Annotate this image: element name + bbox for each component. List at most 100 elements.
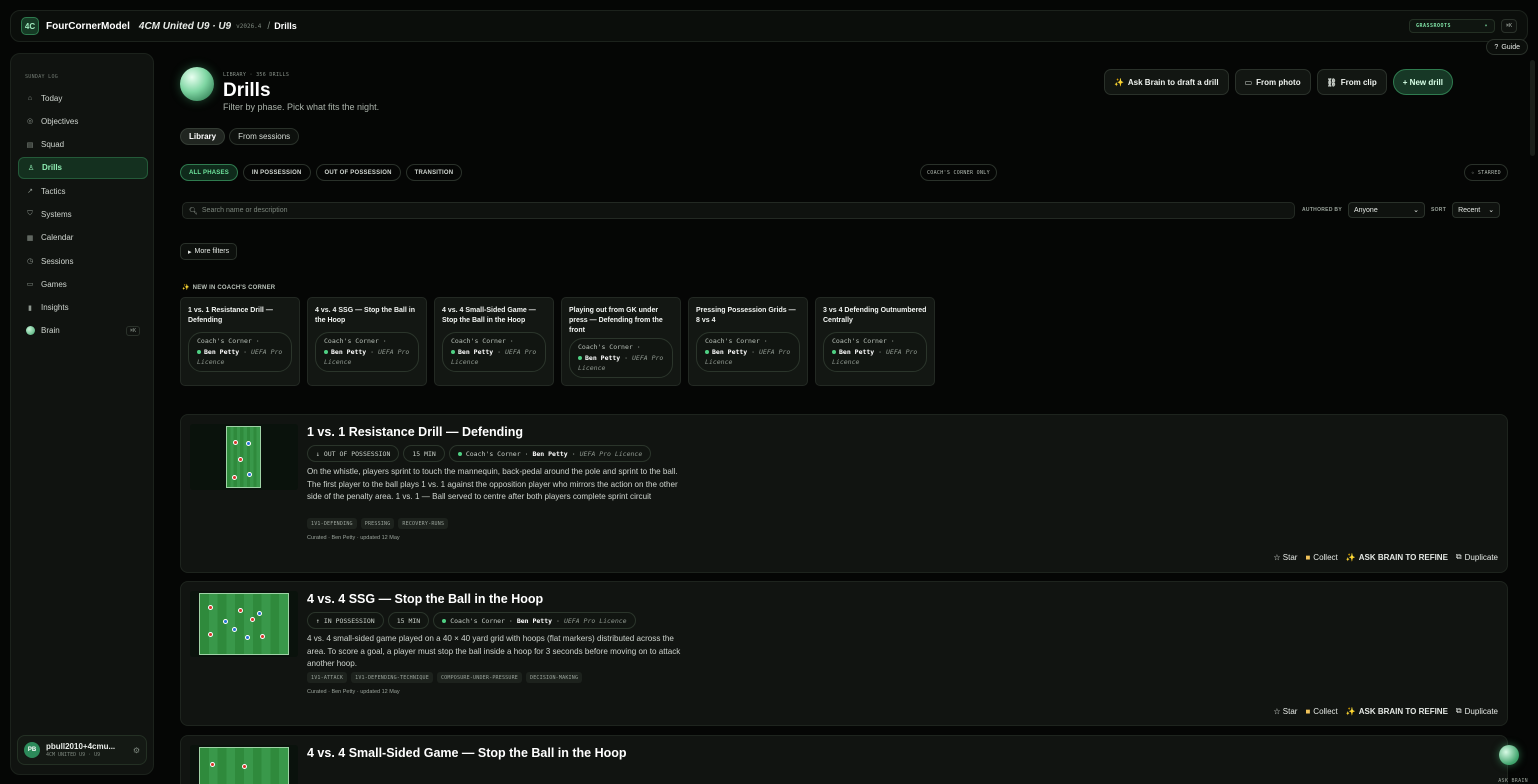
tab-library[interactable]: Library (180, 128, 226, 145)
search-input[interactable]: 🔍︎ Search name or description (182, 202, 1295, 219)
photo-icon: ▭ (1244, 77, 1253, 87)
main-content: LIBRARY · 356 DRILLS Drills Filter by ph… (165, 53, 1523, 784)
sidebar-item-systems[interactable]: ⛉ Systems (18, 203, 148, 225)
sidebar-item-drills[interactable]: ♙ Drills (18, 156, 148, 179)
sidebar-item-tactics[interactable]: ↗ Tactics (18, 180, 148, 202)
coach-corner-card[interactable]: 4 vs. 4 Small-Sided Game — Stop the Ball… (434, 297, 554, 386)
badge-separator: · (571, 449, 576, 458)
tag[interactable]: PRESSING (360, 518, 395, 529)
sidebar-item-label: Systems (41, 209, 72, 219)
tag[interactable]: COMPOSURE-UNDER-PRESSURE (436, 672, 522, 683)
coach-corner-card[interactable]: Playing out from GK under press — Defend… (561, 297, 681, 386)
chevron-down-icon: ▾ (1484, 23, 1488, 29)
status-dot-icon (578, 355, 582, 360)
drill-title[interactable]: 1 vs. 1 Resistance Drill — Defending (307, 425, 523, 439)
new-drill-button[interactable]: + New drill (1392, 69, 1453, 95)
badge-licence: UEFA Pro Licence (563, 616, 627, 625)
screen-icon: ▭ (26, 281, 34, 289)
duplicate-button[interactable]: ⧉ Duplicate (1456, 552, 1498, 562)
authored-by-select[interactable]: Anyone ⌄ (1347, 202, 1425, 218)
coach-corner-badge: Coach's Corner · Ben Petty · UEFA Pro Lic… (569, 338, 673, 378)
tab-all-phases[interactable]: ALL PHASES (180, 164, 238, 181)
ask-brain-refine-button[interactable]: ✨ ASK BRAIN TO REFINE (1346, 553, 1448, 562)
drill-thumbnail[interactable] (190, 591, 298, 657)
from-photo-label: From photo (1256, 77, 1301, 87)
from-photo-button[interactable]: ▭ From photo (1234, 69, 1311, 95)
drill-thumbnail[interactable] (190, 745, 298, 784)
coach-corner-only-toggle[interactable]: COACH'S CORNER ONLY (920, 164, 997, 181)
badge-prefix: Coach's Corner · (705, 337, 768, 345)
coach-corner-cards: 1 vs. 1 Resistance Drill — Defending Coa… (180, 297, 935, 386)
sort-label: SORT (1430, 207, 1447, 213)
coach-corner-card[interactable]: 4 vs. 4 SSG — Stop the Ball in the Hoop … (307, 297, 427, 386)
sidebar-item-objectives[interactable]: ◎ Objectives (18, 110, 148, 132)
team-name[interactable]: 4CM United U9 · U9 (139, 21, 231, 32)
sidebar-item-brain[interactable]: Brain ⌘K (18, 320, 148, 342)
sidebar-item-insights[interactable]: ▮ Insights (18, 297, 148, 319)
sidebar-item-today[interactable]: ⌂ Today (18, 87, 148, 109)
tag[interactable]: DECISION-MAKING (526, 672, 583, 683)
refine-label: ASK BRAIN TO REFINE (1358, 706, 1448, 716)
gear-icon[interactable]: ⚙ (133, 746, 140, 755)
clock-icon: ◷ (26, 258, 34, 266)
sparkle-icon: ✨ (1113, 77, 1124, 87)
drill-title[interactable]: 4 vs. 4 SSG — Stop the Ball in the Hoop (307, 592, 543, 606)
sidebar-item-squad[interactable]: ▤ Squad (18, 134, 148, 156)
scrollbar[interactable] (1530, 60, 1535, 156)
from-clip-button[interactable]: ⛓ From clip (1316, 69, 1387, 95)
sidebar-item-calendar[interactable]: ▦ Calendar (18, 227, 148, 249)
tab-transition[interactable]: TRANSITION (405, 164, 463, 181)
sort-select[interactable]: Recent ⌄ (1452, 202, 1501, 218)
coach-corner-card[interactable]: 3 vs 4 Defending Outnumbered Centrally C… (815, 297, 935, 386)
breadcrumb-current: Drills (274, 21, 297, 31)
star-button[interactable]: ☆ Star (1273, 707, 1297, 716)
star-button[interactable]: ☆ Star (1273, 553, 1297, 562)
badge-author: Ben Petty (331, 347, 367, 356)
brand-name[interactable]: FourCornerModel (46, 21, 130, 32)
starred-toggle[interactable]: ☆ STARRED (1464, 164, 1508, 181)
search-placeholder: Search name or description (201, 207, 288, 214)
collect-button[interactable]: ■ Collect (1305, 553, 1337, 562)
more-filters-button[interactable]: ▸ More filters (180, 243, 238, 260)
tag[interactable]: 1V1-DEFENDING-TECHNIQUE (351, 672, 433, 683)
tag[interactable]: RECOVERY-RUNS (398, 518, 449, 529)
drill-card[interactable]: 4 vs. 4 SSG — Stop the Ball in the Hoop … (180, 581, 1508, 726)
badge-prefix: Coach's Corner · (451, 337, 514, 345)
user-card[interactable]: PB pbull2010+4cmu... 4CM UNITED U9 · U9 … (17, 735, 147, 765)
level-select[interactable]: GRASSROOTS ▾ (1408, 19, 1495, 33)
bar-chart-icon: ▮ (28, 304, 32, 312)
drill-thumbnail[interactable] (190, 424, 298, 490)
command-palette-shortcut[interactable]: ⌘K (1500, 19, 1517, 33)
help-icon: ? (1494, 43, 1499, 51)
badge-author: Ben Petty (516, 616, 553, 625)
drill-card[interactable]: 1 vs. 1 Resistance Drill — Defending ↓ O… (180, 414, 1508, 573)
sidebar-item-games[interactable]: ▭ Games (18, 273, 148, 295)
ask-brain-draft-button[interactable]: ✨ Ask Brain to draft a drill (1103, 69, 1229, 95)
ask-brain-fab[interactable] (1499, 745, 1519, 765)
brain-shortcut: ⌘K (125, 325, 140, 336)
tag[interactable]: 1V1-ATTACK (307, 672, 348, 683)
drill-title[interactable]: 4 vs. 4 Small-Sided Game — Stop the Ball… (307, 746, 627, 760)
tab-from-sessions[interactable]: From sessions (229, 128, 300, 145)
status-dot-icon (457, 451, 462, 456)
coach-corner-card[interactable]: 1 vs. 1 Resistance Drill — Defending Coa… (180, 297, 300, 386)
sidebar-item-sessions[interactable]: ◷ Sessions (18, 250, 148, 272)
phase-tabs: ALL PHASES IN POSSESSION OUT OF POSSESSI… (180, 164, 463, 181)
coach-corner-card[interactable]: Pressing Possession Grids — 8 vs 4 Coach… (688, 297, 808, 386)
collect-button[interactable]: ■ Collect (1305, 707, 1337, 716)
drill-card[interactable]: 4 vs. 4 Small-Sided Game — Stop the Ball… (180, 735, 1508, 784)
sidebar-item-label: Objectives (41, 116, 79, 126)
drill-description: On the whistle, players sprint to touch … (307, 467, 678, 502)
tag[interactable]: 1V1-DEFENDING (307, 518, 357, 529)
duplicate-button[interactable]: ⧉ Duplicate (1456, 706, 1498, 716)
home-icon: ⌂ (27, 94, 33, 102)
person-icon: ♙ (27, 164, 35, 172)
filter-controls: AUTHORED BY Anyone ⌄ SORT Recent ⌄ (1302, 202, 1501, 218)
ask-brain-refine-button[interactable]: ✨ ASK BRAIN TO REFINE (1346, 707, 1448, 716)
tab-in-possession[interactable]: IN POSSESSION (242, 164, 311, 181)
app-logo[interactable]: 4C (21, 17, 39, 35)
sidebar-item-label: Today (41, 93, 63, 103)
search-icon: 🔍︎ (189, 207, 198, 215)
tab-out-of-possession[interactable]: OUT OF POSSESSION (315, 164, 401, 181)
duration-chip: 15 MIN (403, 445, 445, 462)
